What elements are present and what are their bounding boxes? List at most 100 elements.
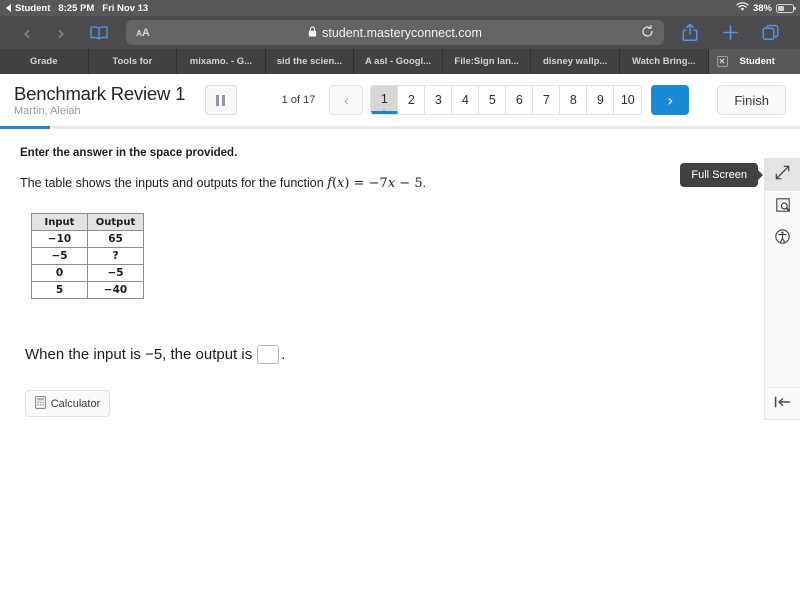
page-number-2[interactable]: 2 [398, 86, 426, 114]
fullscreen-tooltip: Full Screen [680, 163, 758, 187]
tab-strip: Grade Tools for mixamo. - G... sid the s… [0, 49, 800, 74]
page-title: Benchmark Review 1 [14, 82, 186, 104]
table-header-row: Input Output [31, 213, 144, 231]
table-cell-output: 65 [87, 230, 144, 248]
wifi-icon [736, 1, 749, 15]
pagination: ‹ 1 2 3 4 5 6 7 8 9 10 › [329, 85, 690, 115]
browser-tab[interactable]: mixamo. - G... [177, 49, 266, 74]
pause-button[interactable] [204, 85, 237, 115]
ios-status-bar: Student 8:25 PM Fri Nov 13 38% [0, 0, 800, 16]
browser-tab-label: Tools for [112, 56, 153, 67]
browser-toolbar: ‹ › AA student.masteryconnect.com [0, 16, 800, 49]
calculator-button[interactable]: Calculator [25, 390, 110, 417]
browser-tab-label: Student [739, 56, 775, 67]
math-equals: = [349, 176, 369, 191]
address-bar[interactable]: AA student.masteryconnect.com [126, 20, 664, 45]
plus-icon[interactable] [710, 24, 750, 41]
table-cell-output: −40 [87, 281, 144, 299]
table-row: 0 −5 [31, 264, 144, 282]
page-number-3[interactable]: 3 [425, 86, 453, 114]
status-back-icon[interactable] [6, 4, 11, 12]
expand-arrows-icon [775, 165, 790, 185]
browser-tab[interactable]: A asl - Googl... [354, 49, 443, 74]
back-icon[interactable]: ‹ [10, 23, 44, 43]
page-number-6[interactable]: 6 [506, 86, 534, 114]
text-size-aa-icon[interactable]: AA [136, 27, 150, 39]
browser-tab-label: sid the scien... [276, 56, 343, 67]
table-cell-input: 5 [31, 281, 88, 299]
assessment-title-block: Benchmark Review 1 Martin, Aleiah [14, 83, 197, 117]
browser-tab-active[interactable]: ✕ Student [708, 49, 800, 74]
page-number-9[interactable]: 9 [587, 86, 615, 114]
browser-tab[interactable]: disney wallp... [531, 49, 620, 74]
table-row: −5 ? [31, 247, 144, 265]
pause-icon-bar [222, 94, 226, 106]
calculator-icon [34, 395, 46, 412]
page-number-7[interactable]: 7 [533, 86, 561, 114]
table-cell-input: 0 [31, 264, 88, 282]
browser-tab-label: File:Sign lan... [454, 56, 519, 67]
answer-sentence-period: . [281, 346, 286, 363]
table-cell-input: −10 [31, 230, 88, 248]
calculator-label: Calculator [50, 397, 101, 410]
browser-tab-label: mixamo. - G... [189, 56, 253, 67]
page-number-4[interactable]: 4 [452, 86, 480, 114]
next-page-button[interactable]: › [651, 85, 690, 115]
status-time: 8:25 PM [58, 2, 95, 14]
url-text: student.masteryconnect.com [322, 25, 482, 40]
math-coefficient: −7 [368, 176, 388, 191]
lock-icon [308, 26, 317, 40]
forward-icon[interactable]: › [44, 23, 78, 43]
browser-tab[interactable]: Tools for [89, 49, 178, 74]
page-number-8[interactable]: 8 [560, 86, 588, 114]
tabs-overview-icon[interactable] [750, 24, 790, 41]
browser-tab-label: disney wallp... [542, 56, 608, 67]
table-cell-output: −5 [87, 264, 144, 282]
math-constant: − 5 [395, 176, 423, 191]
page-number-5[interactable]: 5 [479, 86, 507, 114]
page-number-1[interactable]: 1 [371, 86, 399, 114]
question-stem: The table shows the inputs and outputs f… [20, 176, 780, 191]
question-stem-period: . [422, 176, 427, 190]
prev-page-button[interactable]: ‹ [329, 85, 364, 115]
table-cell-output: ? [87, 247, 144, 265]
finish-button[interactable]: Finish [717, 85, 786, 115]
status-date: Fri Nov 13 [102, 2, 149, 14]
magnifier-tool-button[interactable] [765, 191, 800, 223]
browser-tab-label: Grade [30, 56, 58, 67]
tool-rail [764, 158, 800, 420]
magnifier-tool-icon [775, 197, 790, 217]
browser-tab-label: A asl - Googl... [364, 56, 432, 67]
close-icon[interactable]: ✕ [716, 56, 728, 67]
collapse-left-icon [774, 395, 791, 413]
battery-icon [776, 3, 796, 13]
answer-input[interactable] [257, 345, 280, 364]
browser-tab[interactable]: File:Sign lan... [443, 49, 532, 74]
table-cell-input: −5 [31, 247, 88, 265]
masteryconnect-app: Benchmark Review 1 Martin, Aleiah 1 of 1… [0, 74, 800, 600]
accessibility-icon [775, 229, 790, 249]
accessibility-button[interactable] [765, 223, 800, 255]
fullscreen-button[interactable] [765, 159, 800, 191]
pause-icon-bar [216, 94, 220, 106]
table-row: −10 65 [31, 230, 144, 248]
page-number-list: 1 2 3 4 5 6 7 8 9 10 [370, 85, 643, 115]
reload-icon[interactable] [641, 24, 654, 41]
bookmarks-book-icon[interactable] [78, 25, 120, 41]
table-header-input: Input [31, 213, 88, 231]
status-back-label[interactable]: Student [15, 3, 50, 14]
battery-percent-label: 38% [752, 2, 772, 14]
browser-tab[interactable]: Grade [0, 49, 89, 74]
question-stem-text: The table shows the inputs and outputs f… [20, 176, 328, 190]
assessment-header: Benchmark Review 1 Martin, Aleiah 1 of 1… [0, 74, 800, 126]
share-icon[interactable] [670, 23, 710, 42]
table-header-output: Output [87, 213, 144, 231]
browser-tab[interactable]: Watch Bring... [620, 49, 709, 74]
page-number-10[interactable]: 10 [614, 86, 642, 114]
collapse-rail-button[interactable] [765, 387, 800, 419]
question-instruction: Enter the answer in the space provided. [20, 147, 238, 159]
table-row: 5 −40 [31, 281, 144, 299]
answer-sentence-text: When the input is −5, the output is [25, 346, 253, 363]
browser-tab[interactable]: sid the scien... [266, 49, 355, 74]
browser-tab-label: Watch Bring... [631, 56, 696, 67]
